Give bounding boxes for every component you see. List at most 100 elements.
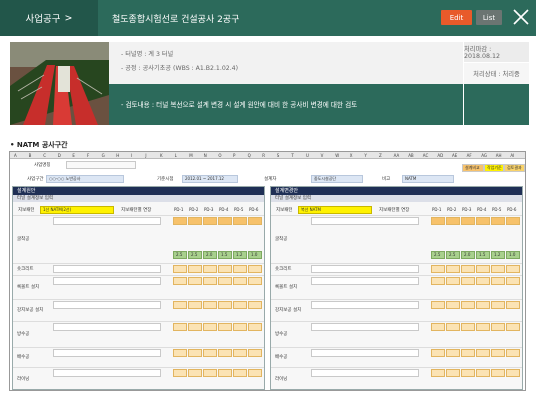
value-cell[interactable] bbox=[461, 217, 475, 225]
value-cell[interactable] bbox=[461, 301, 475, 309]
value-cell[interactable] bbox=[188, 265, 202, 273]
value-cell[interactable] bbox=[188, 217, 202, 225]
input-cell[interactable] bbox=[311, 323, 419, 331]
value-cell[interactable] bbox=[446, 277, 460, 285]
spreadsheet-embed[interactable]: A B C D E F G H I J K L M N O P Q R S T U V W X Y Z AA AB AC AD AE AF AG… bbox=[9, 151, 526, 391]
input-cell[interactable] bbox=[311, 277, 419, 285]
input-cell[interactable] bbox=[53, 323, 161, 331]
value-cell[interactable] bbox=[173, 277, 187, 285]
left-type-select[interactable]: 1선 NATM(2선) bbox=[40, 206, 114, 214]
value-cell[interactable] bbox=[506, 301, 520, 309]
value-cell[interactable] bbox=[476, 369, 490, 377]
value-cell[interactable] bbox=[248, 301, 262, 309]
value-cell[interactable] bbox=[203, 301, 217, 309]
value-cell[interactable] bbox=[446, 301, 460, 309]
value-cell[interactable] bbox=[188, 277, 202, 285]
date-value[interactable]: 2012.01 ~ 2017.12 bbox=[182, 175, 238, 183]
value-cell[interactable] bbox=[491, 217, 505, 225]
value-cell[interactable] bbox=[248, 323, 262, 331]
right-type-select[interactable]: 복선 NATM bbox=[298, 206, 372, 214]
value-cell[interactable] bbox=[218, 369, 232, 377]
value-cell[interactable] bbox=[248, 217, 262, 225]
value-cell[interactable] bbox=[173, 301, 187, 309]
value-cell[interactable] bbox=[506, 217, 520, 225]
value-cell[interactable] bbox=[461, 369, 475, 377]
value-cell[interactable] bbox=[431, 217, 445, 225]
project-name-cell[interactable] bbox=[66, 161, 136, 169]
value-cell[interactable] bbox=[476, 265, 490, 273]
input-cell[interactable] bbox=[311, 349, 419, 357]
value-cell[interactable] bbox=[203, 265, 217, 273]
value-cell[interactable] bbox=[506, 323, 520, 331]
value-cell[interactable] bbox=[431, 369, 445, 377]
value-cell[interactable] bbox=[476, 301, 490, 309]
section-value[interactable]: ○○-○○ 노반공사 bbox=[46, 175, 124, 183]
value-cell[interactable] bbox=[491, 265, 505, 273]
value-cell[interactable] bbox=[248, 349, 262, 357]
value-cell[interactable] bbox=[506, 349, 520, 357]
value-cell[interactable] bbox=[203, 323, 217, 331]
note-value[interactable]: NATM bbox=[402, 175, 454, 183]
value-cell[interactable] bbox=[248, 369, 262, 377]
value-cell[interactable] bbox=[218, 217, 232, 225]
edit-button[interactable]: Edit bbox=[441, 10, 472, 25]
value-cell[interactable] bbox=[233, 217, 247, 225]
value-cell[interactable] bbox=[218, 323, 232, 331]
value-cell[interactable] bbox=[431, 323, 445, 331]
value-cell[interactable] bbox=[218, 277, 232, 285]
value-cell[interactable] bbox=[431, 301, 445, 309]
value-cell[interactable] bbox=[446, 217, 460, 225]
value-cell[interactable] bbox=[491, 301, 505, 309]
breadcrumb[interactable]: 사업공구 > bbox=[0, 0, 98, 36]
input-cell[interactable] bbox=[53, 277, 161, 285]
value-cell[interactable] bbox=[446, 349, 460, 357]
input-cell[interactable] bbox=[311, 301, 419, 309]
value-cell[interactable] bbox=[188, 323, 202, 331]
input-cell[interactable] bbox=[53, 301, 161, 309]
value-cell[interactable] bbox=[446, 323, 460, 331]
value-cell[interactable] bbox=[476, 217, 490, 225]
value-cell[interactable] bbox=[506, 277, 520, 285]
value-cell[interactable] bbox=[461, 323, 475, 331]
value-cell[interactable] bbox=[218, 301, 232, 309]
value-cell[interactable] bbox=[173, 323, 187, 331]
value-cell[interactable] bbox=[218, 349, 232, 357]
value-cell[interactable] bbox=[203, 277, 217, 285]
value-cell[interactable] bbox=[461, 277, 475, 285]
value-cell[interactable] bbox=[476, 323, 490, 331]
close-icon[interactable] bbox=[511, 7, 531, 27]
value-cell[interactable] bbox=[461, 349, 475, 357]
value-cell[interactable] bbox=[248, 277, 262, 285]
value-cell[interactable] bbox=[173, 217, 187, 225]
input-cell[interactable] bbox=[311, 217, 419, 225]
value-cell[interactable] bbox=[203, 217, 217, 225]
value-cell[interactable] bbox=[233, 323, 247, 331]
value-cell[interactable] bbox=[491, 369, 505, 377]
value-cell[interactable] bbox=[431, 265, 445, 273]
value-cell[interactable] bbox=[233, 301, 247, 309]
value-cell[interactable] bbox=[203, 349, 217, 357]
value-cell[interactable] bbox=[461, 265, 475, 273]
value-cell[interactable] bbox=[233, 265, 247, 273]
value-cell[interactable] bbox=[233, 349, 247, 357]
designer-value[interactable]: 중도시설공단 bbox=[311, 175, 363, 183]
value-cell[interactable] bbox=[188, 369, 202, 377]
value-cell[interactable] bbox=[188, 301, 202, 309]
value-cell[interactable] bbox=[233, 277, 247, 285]
value-cell[interactable] bbox=[173, 265, 187, 273]
value-cell[interactable] bbox=[491, 349, 505, 357]
value-cell[interactable] bbox=[188, 349, 202, 357]
value-cell[interactable] bbox=[248, 265, 262, 273]
value-cell[interactable] bbox=[218, 265, 232, 273]
input-cell[interactable] bbox=[311, 265, 419, 273]
input-cell[interactable] bbox=[53, 217, 161, 225]
list-button[interactable]: List bbox=[476, 10, 502, 25]
value-cell[interactable] bbox=[446, 265, 460, 273]
input-cell[interactable] bbox=[311, 369, 419, 377]
value-cell[interactable] bbox=[476, 349, 490, 357]
value-cell[interactable] bbox=[203, 369, 217, 377]
value-cell[interactable] bbox=[173, 369, 187, 377]
value-cell[interactable] bbox=[233, 369, 247, 377]
value-cell[interactable] bbox=[506, 369, 520, 377]
value-cell[interactable] bbox=[446, 369, 460, 377]
